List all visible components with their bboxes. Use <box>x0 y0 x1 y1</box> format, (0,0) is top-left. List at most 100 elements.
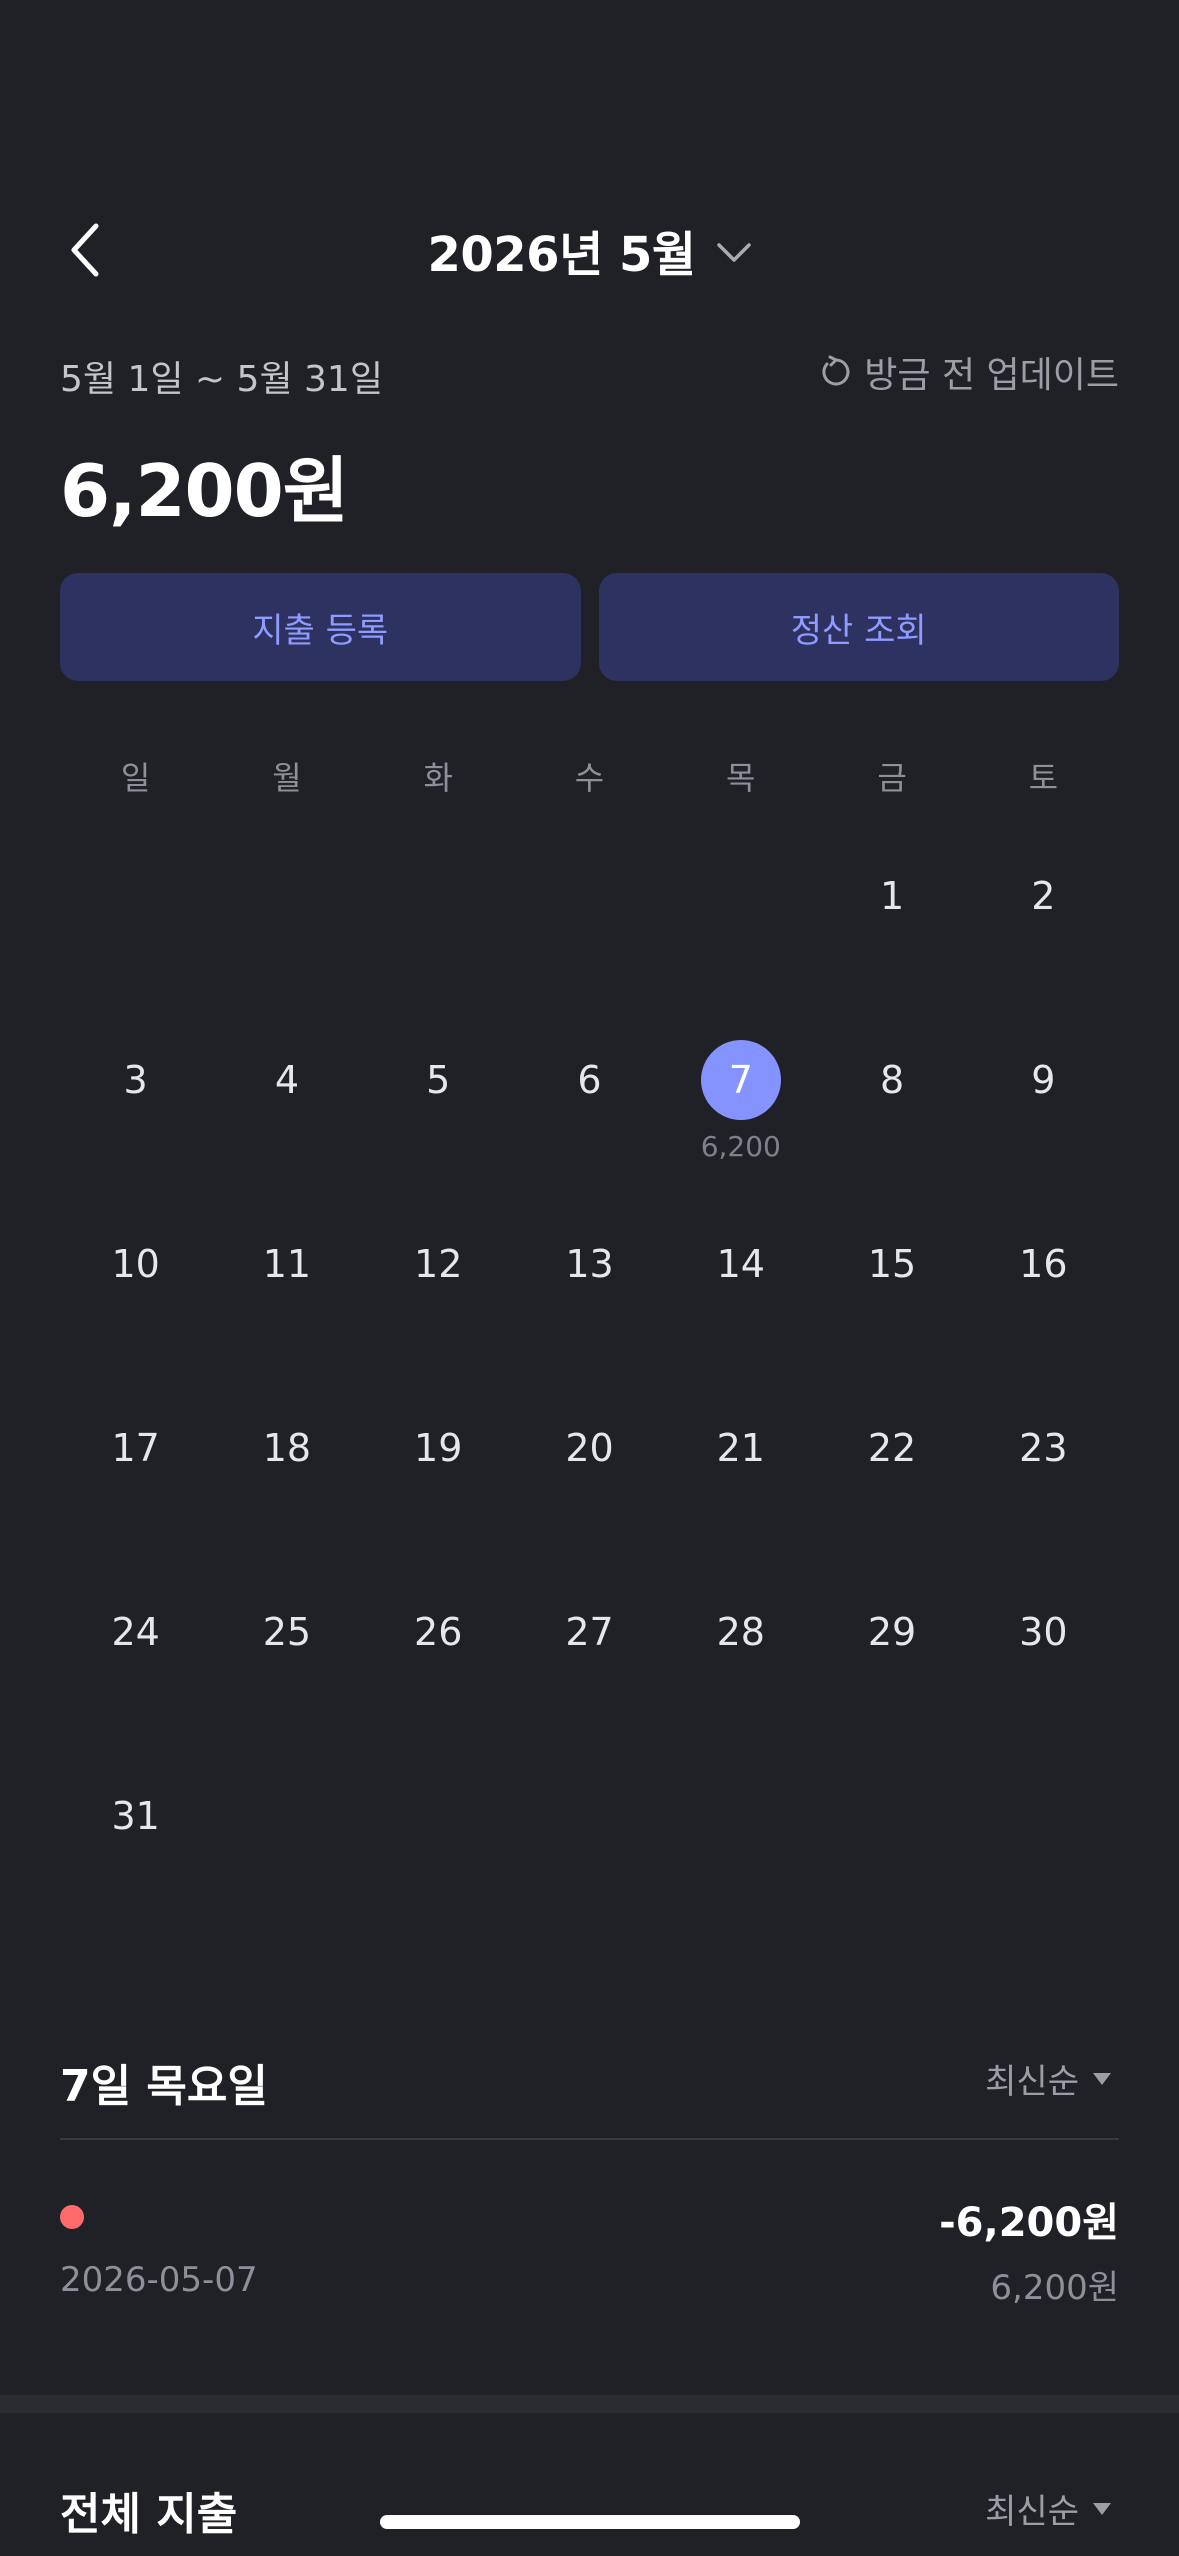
weekday-label: 금 <box>877 759 907 797</box>
sort-label: 최신순 <box>985 2492 1079 2532</box>
day-number: 13 <box>565 1242 614 1286</box>
transaction-amount[interactable]: -6,200원 <box>939 2190 1119 2248</box>
refresh-icon <box>822 355 850 386</box>
day-number: 25 <box>262 1610 312 1654</box>
calendar-day[interactable]: 15 <box>816 1208 967 1392</box>
weekday-label: 목 <box>726 759 756 797</box>
weekday-header: 일 월 화 수 목 금 토 <box>60 748 1119 808</box>
day-number: 2 <box>1031 874 1056 918</box>
calendar-day[interactable]: 31 <box>60 1760 211 1944</box>
day-number: 8 <box>879 1058 905 1102</box>
updated-text: 방금 전 업데이트 <box>864 355 1119 396</box>
selected-day-title: 7일 목요일 <box>60 2061 268 2112</box>
calendar-day[interactable]: 5 <box>363 1024 514 1208</box>
calendar-blank <box>665 840 816 1024</box>
weekday-label: 일 <box>120 759 151 797</box>
weekday-label: 월 <box>272 759 302 797</box>
caret-down-icon <box>1093 2072 1111 2085</box>
section-separator <box>0 2395 1179 2413</box>
sort-dropdown-all[interactable]: 최신순 <box>985 2484 1113 2533</box>
day-number: 24 <box>111 1610 160 1654</box>
calendar-blank <box>211 840 362 1024</box>
header: 2026년 5월 <box>0 200 1179 300</box>
calendar-day[interactable]: 6 <box>514 1024 665 1208</box>
day-number: 6 <box>577 1058 602 1102</box>
calendar-day[interactable]: 24 <box>60 1576 211 1760</box>
calendar-day[interactable]: 1 <box>816 840 967 1024</box>
day-number: 19 <box>414 1426 463 1470</box>
day-number: 18 <box>262 1426 312 1470</box>
calendar-day[interactable]: 26 <box>363 1576 514 1760</box>
day-number: 10 <box>111 1242 160 1286</box>
calendar-day[interactable]: 13 <box>514 1208 665 1392</box>
day-number: 27 <box>565 1610 614 1654</box>
calendar-day[interactable]: 14 <box>665 1208 816 1392</box>
day-number: 22 <box>867 1426 917 1470</box>
day-number: 21 <box>716 1426 765 1470</box>
weekday-label: 토 <box>1028 759 1059 797</box>
register-expense-button[interactable]: 지출 등록 <box>60 573 581 681</box>
calendar-day[interactable]: 20 <box>514 1392 665 1576</box>
calendar-day[interactable]: 18 <box>211 1392 362 1576</box>
sort-dropdown[interactable]: 최신순 <box>985 2054 1113 2103</box>
calendar-day[interactable]: 23 <box>968 1392 1119 1576</box>
calendar-day[interactable]: 27 <box>514 1576 665 1760</box>
day-number: 5 <box>426 1058 451 1102</box>
calendar-day[interactable]: 12 <box>363 1208 514 1392</box>
day-number: 31 <box>111 1794 160 1838</box>
day-number: 11 <box>262 1242 312 1286</box>
calendar-day[interactable]: 10 <box>60 1208 211 1392</box>
day-number: 15 <box>867 1242 917 1286</box>
total-amount: 6,200원 <box>60 449 349 533</box>
period-range: 5월 1일 ~ 5월 31일 <box>60 359 383 400</box>
day-number: 3 <box>123 1058 148 1102</box>
calendar-day[interactable]: 21 <box>665 1392 816 1576</box>
day-number: 1 <box>879 874 905 918</box>
refresh-button[interactable]: 방금 전 업데이트 <box>818 346 1119 398</box>
calendar-day[interactable]: 9 <box>968 1024 1119 1208</box>
weekday-label: 화 <box>423 759 453 797</box>
month-selector[interactable]: 2026년 5월 <box>0 200 1179 300</box>
chevron-down-icon <box>716 243 751 262</box>
calendar-day[interactable]: 19 <box>363 1392 514 1576</box>
calendar-day-selected[interactable]: 7 6,200 <box>665 1024 816 1208</box>
home-indicator <box>380 2515 800 2529</box>
day-number: 4 <box>274 1058 300 1102</box>
calendar-blank <box>60 840 211 1024</box>
calendar-day[interactable]: 4 <box>211 1024 362 1208</box>
weekday-label: 수 <box>574 759 605 797</box>
page-title: 2026년 5월 <box>427 227 696 283</box>
transaction-sub-amount: 6,200원 <box>990 2268 1119 2308</box>
calendar-day[interactable]: 17 <box>60 1392 211 1576</box>
transaction-date: 2026-05-07 <box>60 2260 258 2300</box>
calendar-day[interactable]: 22 <box>816 1392 967 1576</box>
category-dot <box>60 2205 84 2229</box>
day-number: 20 <box>565 1426 614 1470</box>
day-number: 7 <box>665 1040 816 1120</box>
caret-down-icon <box>1093 2502 1111 2515</box>
calendar-day[interactable]: 8 <box>816 1024 967 1208</box>
all-expenses-title: 전체 지출 <box>60 2489 238 2540</box>
calendar-day[interactable]: 3 <box>60 1024 211 1208</box>
calendar-blank <box>514 840 665 1024</box>
calendar-day[interactable]: 25 <box>211 1576 362 1760</box>
day-number: 12 <box>414 1242 463 1286</box>
settlement-view-button[interactable]: 정산 조회 <box>598 573 1119 681</box>
calendar-grid: 1 2 3 4 5 6 7 6,200 8 9 10 11 12 13 14 15 16 17 18 19 20 21 22… <box>60 840 1119 1944</box>
sort-label: 최신순 <box>985 2062 1079 2102</box>
calendar-day[interactable]: 28 <box>665 1576 816 1760</box>
calendar-day[interactable]: 29 <box>816 1576 967 1760</box>
day-number: 28 <box>716 1610 765 1654</box>
day-number: 23 <box>1019 1426 1068 1470</box>
calendar-day[interactable]: 11 <box>211 1208 362 1392</box>
calendar-day[interactable]: 16 <box>968 1208 1119 1392</box>
calendar-blank <box>363 840 514 1024</box>
day-number: 9 <box>1031 1058 1056 1102</box>
day-number: 16 <box>1019 1242 1068 1286</box>
day-number: 14 <box>716 1242 765 1286</box>
calendar-day[interactable]: 2 <box>968 840 1119 1024</box>
action-buttons: 지출 등록 정산 조회 <box>60 573 1119 681</box>
calendar-day[interactable]: 30 <box>968 1576 1119 1760</box>
day-number: 30 <box>1019 1610 1068 1654</box>
calendar-screen: 2026년 5월 5월 1일 ~ 5월 31일 방금 전 업데이트 6,200원… <box>0 0 1179 2556</box>
